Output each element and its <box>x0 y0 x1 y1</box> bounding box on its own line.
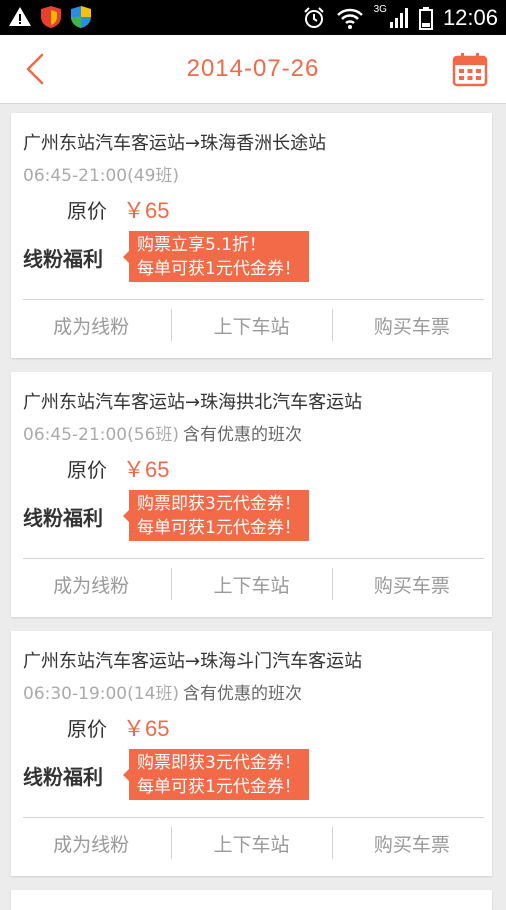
price-value: ￥65 <box>123 457 170 482</box>
buy-ticket-button[interactable]: 购买车票 <box>331 827 492 863</box>
system-icons: 3G 12:06 <box>302 0 498 35</box>
app-header: 2014-07-26 <box>0 35 506 104</box>
promo-badge: 购票立享5.1折！ 每单可获1元代金券！ <box>123 231 309 282</box>
calendar-icon <box>452 53 488 87</box>
divider <box>23 817 484 818</box>
shield-icon <box>71 6 91 28</box>
discount-note: 含有优惠的班次 <box>183 425 303 445</box>
price-value: ￥65 <box>123 716 170 741</box>
promo-badge: 购票即获3元代金券！ 每单可获1元代金券！ <box>123 490 309 541</box>
route-name: 广州东站汽车客运站→珠海斗门汽车客运站 <box>23 651 363 672</box>
price-label: 原价 <box>67 199 107 223</box>
time-range: 06:30-19:00(14班) <box>23 684 180 704</box>
divider <box>23 299 484 300</box>
calendar-button[interactable] <box>452 51 488 87</box>
warning-icon <box>9 7 31 26</box>
price-value: ￥65 <box>123 198 170 223</box>
stations-button[interactable]: 上下车站 <box>171 827 331 863</box>
route-name: 广州东站汽车客运站→珠海拱北汽车客运站 <box>23 392 363 413</box>
price-label: 原价 <box>67 458 107 482</box>
schedule: 06:45-21:00(56班) 含有优惠的班次 <box>23 420 302 445</box>
status-bar: 3G 12:06 <box>0 0 506 35</box>
promo-line-1: 购票即获3元代金券！ <box>137 494 301 514</box>
network-type: 3G <box>373 4 387 15</box>
promo-line-2: 每单可获1元代金券！ <box>137 777 301 797</box>
time-range: 06:45-21:00(56班) <box>23 425 180 445</box>
buy-ticket-button[interactable]: 购买车票 <box>331 568 492 604</box>
alarm-icon <box>303 6 324 28</box>
clock: 12:06 <box>442 4 498 30</box>
card-actions: 成为线粉 上下车站 购买车票 <box>11 309 492 345</box>
signal-icon <box>389 7 408 28</box>
route-card[interactable]: 广州东站汽车客运站→珠海斗门汽车客运站 06:30-19:00(14班) 含有优惠… <box>11 631 492 876</box>
wifi-icon <box>336 8 363 29</box>
shield-icon <box>41 6 61 28</box>
stations-button[interactable]: 上下车站 <box>171 309 331 345</box>
schedule: 06:45-21:00(49班) <box>23 161 183 186</box>
battery-icon <box>418 6 433 30</box>
route-card-partial[interactable] <box>11 890 492 910</box>
route-card[interactable]: 广州东站汽车客运站→珠海拱北汽车客运站 06:45-21:00(56班) 含有优惠… <box>11 372 492 617</box>
buy-ticket-button[interactable]: 购买车票 <box>331 309 492 345</box>
notification-icons <box>8 5 92 29</box>
card-actions: 成为线粉 上下车站 购买车票 <box>11 827 492 863</box>
discount-note: 含有优惠的班次 <box>183 684 303 704</box>
become-fan-button[interactable]: 成为线粉 <box>11 309 171 345</box>
route-name: 广州东站汽车客运站→珠海香洲长途站 <box>23 133 327 154</box>
benefit-label: 线粉福利 <box>23 247 103 271</box>
divider <box>23 558 484 559</box>
promo-line-1: 购票立享5.1折！ <box>137 235 267 255</box>
promo-badge: 购票即获3元代金券！ 每单可获1元代金券！ <box>123 749 309 800</box>
become-fan-button[interactable]: 成为线粉 <box>11 827 171 863</box>
promo-line-2: 每单可获1元代金券！ <box>137 259 301 279</box>
promo-line-1: 购票即获3元代金券！ <box>137 753 301 773</box>
benefit-label: 线粉福利 <box>23 765 103 789</box>
route-card[interactable]: 广州东站汽车客运站→珠海香洲长途站 06:45-21:00(49班) 原价 ￥6… <box>11 113 492 358</box>
card-actions: 成为线粉 上下车站 购买车票 <box>11 568 492 604</box>
page-title: 2014-07-26 <box>186 55 320 82</box>
route-list: 广州东站汽车客运站→珠海香洲长途站 06:45-21:00(49班) 原价 ￥6… <box>11 113 492 910</box>
promo-line-2: 每单可获1元代金券！ <box>137 518 301 538</box>
become-fan-button[interactable]: 成为线粉 <box>11 568 171 604</box>
price-label: 原价 <box>67 717 107 741</box>
stations-button[interactable]: 上下车站 <box>171 568 331 604</box>
benefit-label: 线粉福利 <box>23 506 103 530</box>
schedule: 06:30-19:00(14班) 含有优惠的班次 <box>23 679 302 704</box>
time-range: 06:45-21:00(49班) <box>23 166 180 186</box>
